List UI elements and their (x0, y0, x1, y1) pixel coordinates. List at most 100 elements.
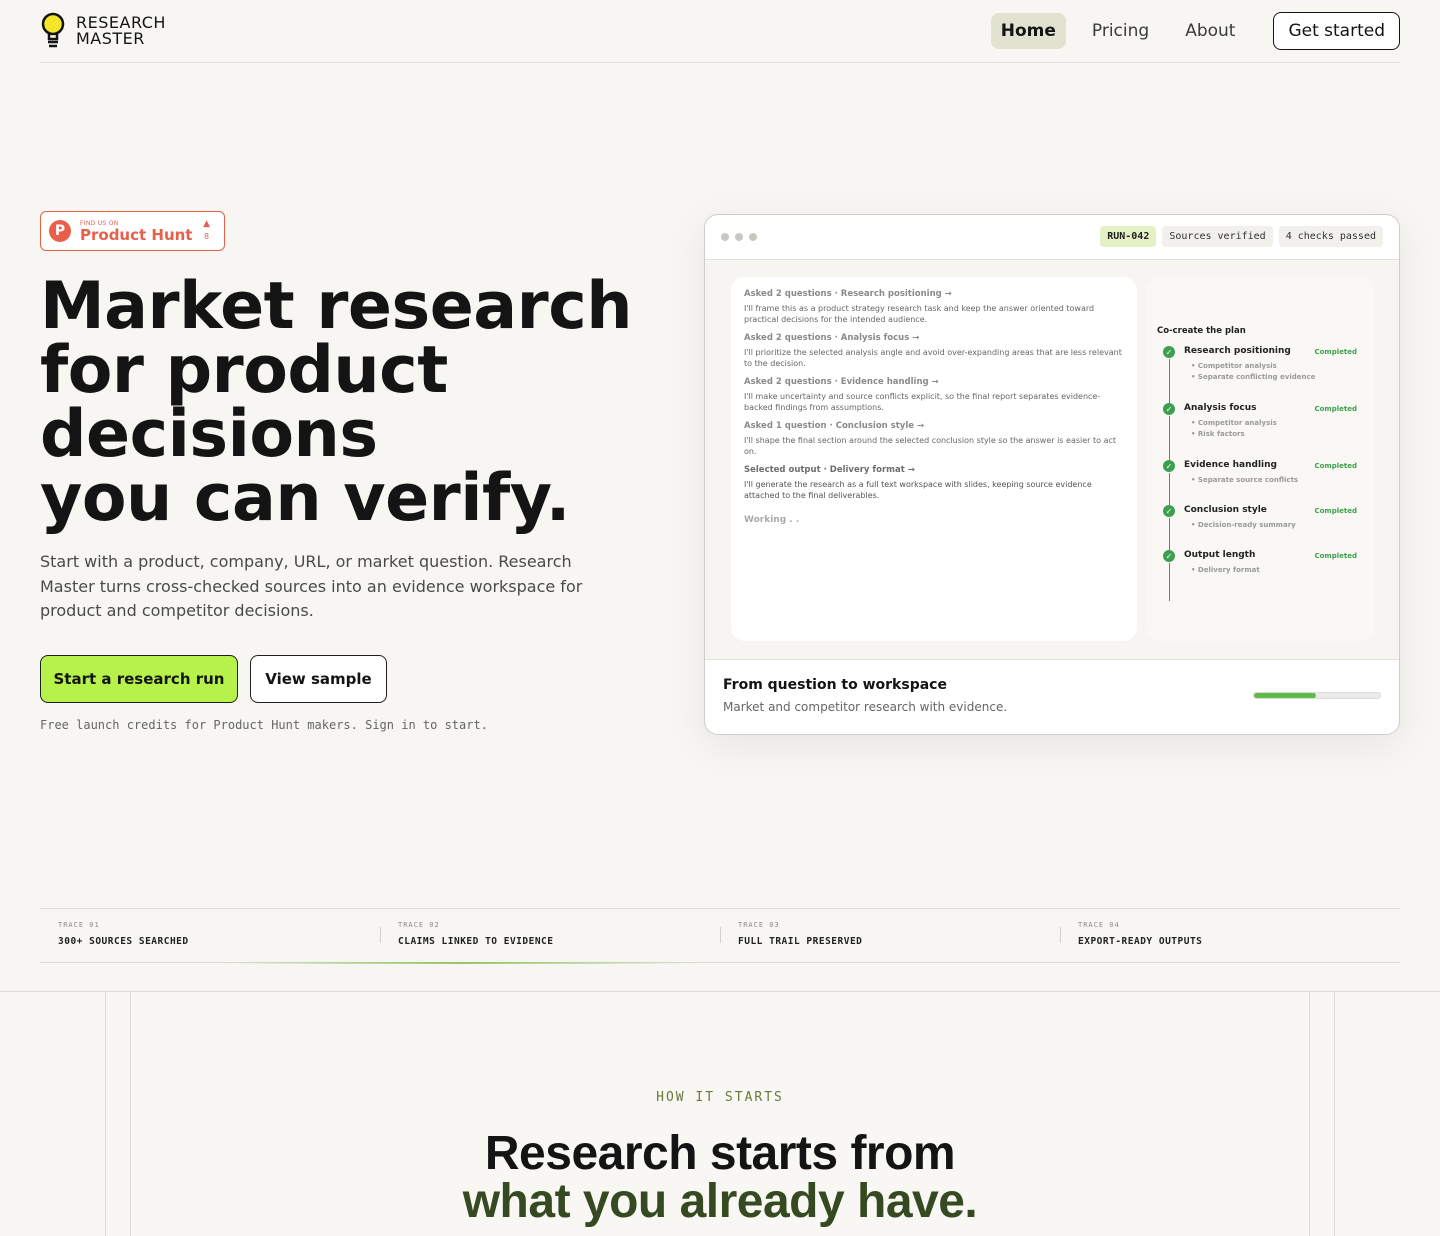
plan-step-name: Analysis focus (1184, 403, 1257, 413)
trace-highlight (220, 962, 700, 964)
trace-value: 300+ SOURCES SEARCHED (58, 936, 189, 947)
main-nav: Home Pricing About Get started (975, 12, 1400, 50)
working-indicator: Working . . (744, 515, 800, 525)
chat-message: Selected output · Delivery format → I'll… (744, 465, 1124, 501)
chat-message-header[interactable]: Asked 2 questions · Research positioning… (744, 289, 1124, 299)
plan-step-sub-text: Decision-ready summary (1197, 521, 1296, 529)
trace-item: TRACE 03 FULL TRAIL PRESERVED (738, 921, 1078, 947)
plan-step-status: Completed (1314, 552, 1357, 560)
checks-passed-chip: 4 checks passed (1278, 226, 1383, 247)
plan-connector (1168, 359, 1170, 403)
trace-key: TRACE 03 (738, 921, 780, 929)
product-hunt-name: Product Hunt (80, 225, 193, 244)
chat-message-header[interactable]: Selected output · Delivery format → (744, 465, 1124, 475)
chat-message: Asked 2 questions · Evidence handling → … (744, 377, 1124, 413)
chat-message-body: I'll frame this as a product strategy re… (744, 304, 1095, 324)
view-sample-button[interactable]: View sample (250, 655, 387, 703)
brand-name: RESEARCH MASTER (76, 15, 166, 47)
chat-message-body: I'll shape the final section around the … (744, 436, 1116, 456)
hero-title-line: for product (40, 333, 448, 408)
check-icon: ✓ (1163, 460, 1175, 472)
trace-strip: TRACE 01 300+ SOURCES SEARCHED TRACE 02 … (40, 908, 1400, 964)
hero-title-line: Market research (40, 269, 633, 344)
trace-key: TRACE 02 (398, 921, 440, 929)
product-hunt-icon: P (49, 220, 71, 242)
check-icon: ✓ (1163, 550, 1175, 562)
how-it-starts-section: HOW IT STARTS Research starts from what … (0, 991, 1440, 1236)
plan-step-sub-text: Separate source conflicts (1197, 476, 1299, 484)
plan-step-sub: • Separate source conflicts (1191, 476, 1299, 484)
hero-title-line: decisions (40, 397, 378, 472)
plan-step-sub: • Decision-ready summary (1191, 521, 1296, 529)
site-header: RESEARCH MASTER Home Pricing About Get s… (40, 0, 1400, 63)
plan-step-sub: • Competitor analysis (1191, 419, 1277, 427)
plan-step-sub: • Competitor analysis (1191, 362, 1277, 370)
trace-divider (380, 927, 381, 943)
app-footer-title: From question to workspace (723, 677, 947, 693)
plan-step-sub-text: Risk factors (1197, 430, 1245, 438)
progress-bar-fill (1254, 693, 1316, 698)
app-body: Asked 2 questions · Research positioning… (705, 260, 1399, 660)
trace-value: CLAIMS LINKED TO EVIDENCE (398, 936, 554, 947)
plan-step-name: Evidence handling (1184, 460, 1277, 470)
plan-step-status: Completed (1314, 507, 1357, 515)
plan-title: Co-create the plan (1157, 326, 1246, 336)
hero-note: Free launch credits for Product Hunt mak… (40, 718, 488, 732)
chat-message-body: I'll make uncertainty and source conflic… (744, 392, 1101, 412)
section-heading-line-2: what you already have. (462, 1175, 978, 1228)
check-icon: ✓ (1163, 403, 1175, 415)
plan-step-status: Completed (1314, 462, 1357, 470)
trace-divider (720, 927, 721, 943)
chat-message-body: I'll generate the research as a full tex… (744, 480, 1092, 500)
plan-step-status: Completed (1314, 348, 1357, 356)
nav-about[interactable]: About (1175, 13, 1245, 49)
chat-message-body: I'll prioritize the selected analysis an… (744, 348, 1122, 368)
plan-step-status: Completed (1314, 405, 1357, 413)
product-hunt-votes: ▲ 8 (203, 219, 210, 241)
chat-message: Asked 2 questions · Analysis focus → I'l… (744, 333, 1124, 369)
plan-step-sub-text: Delivery format (1197, 566, 1260, 574)
window-dot-icon (721, 233, 729, 241)
upvote-triangle-icon: ▲ (203, 219, 210, 229)
trace-value: EXPORT-READY OUTPUTS (1078, 936, 1203, 947)
plan-step-sub-text: Separate conflicting evidence (1197, 373, 1316, 381)
check-icon: ✓ (1163, 505, 1175, 517)
chat-message-header[interactable]: Asked 2 questions · Evidence handling → (744, 377, 1124, 387)
trace-item: TRACE 01 300+ SOURCES SEARCHED (58, 921, 398, 947)
plan-step-sub: • Delivery format (1191, 566, 1260, 574)
chat-message-header[interactable]: Asked 1 question · Conclusion style → (744, 421, 1124, 431)
run-id-chip: RUN-042 (1100, 226, 1157, 247)
trace-value: FULL TRAIL PRESERVED (738, 936, 863, 947)
hero-title: Market research for product decisions yo… (40, 269, 660, 536)
nav-home[interactable]: Home (990, 13, 1066, 49)
get-started-button[interactable]: Get started (1273, 12, 1400, 50)
chat-message: Asked 2 questions · Research positioning… (744, 289, 1124, 325)
plan-step-name: Research positioning (1184, 346, 1291, 356)
start-research-run-button[interactable]: Start a research run (40, 655, 238, 703)
app-title-bar: RUN-042 Sources verified 4 checks passed (705, 215, 1399, 260)
plan-step-sub-text: Competitor analysis (1197, 419, 1277, 427)
plan-step-name: Output length (1184, 550, 1256, 560)
plan-connector (1168, 416, 1170, 460)
lightbulb-icon (41, 12, 65, 48)
progress-bar (1253, 692, 1381, 699)
brand-line-2: MASTER (76, 29, 145, 48)
window-dot-icon (735, 233, 743, 241)
plan-step-sub-text: Competitor analysis (1197, 362, 1277, 370)
chat-message-header[interactable]: Asked 2 questions · Analysis focus → (744, 333, 1124, 343)
logo[interactable]: RESEARCH MASTER (40, 12, 166, 50)
product-hunt-badge[interactable]: P FIND US ON Product Hunt ▲ 8 (40, 211, 225, 251)
hero-title-line: you can verify. (40, 461, 570, 536)
app-preview-window: RUN-042 Sources verified 4 checks passed… (704, 214, 1400, 735)
trace-divider (1060, 927, 1061, 943)
sources-verified-chip: Sources verified (1162, 226, 1273, 247)
plan-panel: Co-create the plan ✓ Research positionin… (1147, 277, 1375, 641)
trace-key: TRACE 04 (1078, 921, 1120, 929)
hero-subtitle: Start with a product, company, URL, or m… (40, 552, 583, 620)
plan-step-sub: • Separate conflicting evidence (1191, 373, 1316, 381)
chat-panel: Asked 2 questions · Research positioning… (731, 277, 1137, 641)
check-icon: ✓ (1163, 346, 1175, 358)
plan-step-name: Conclusion style (1184, 505, 1267, 515)
window-dot-icon (749, 233, 757, 241)
nav-pricing[interactable]: Pricing (1082, 13, 1159, 49)
